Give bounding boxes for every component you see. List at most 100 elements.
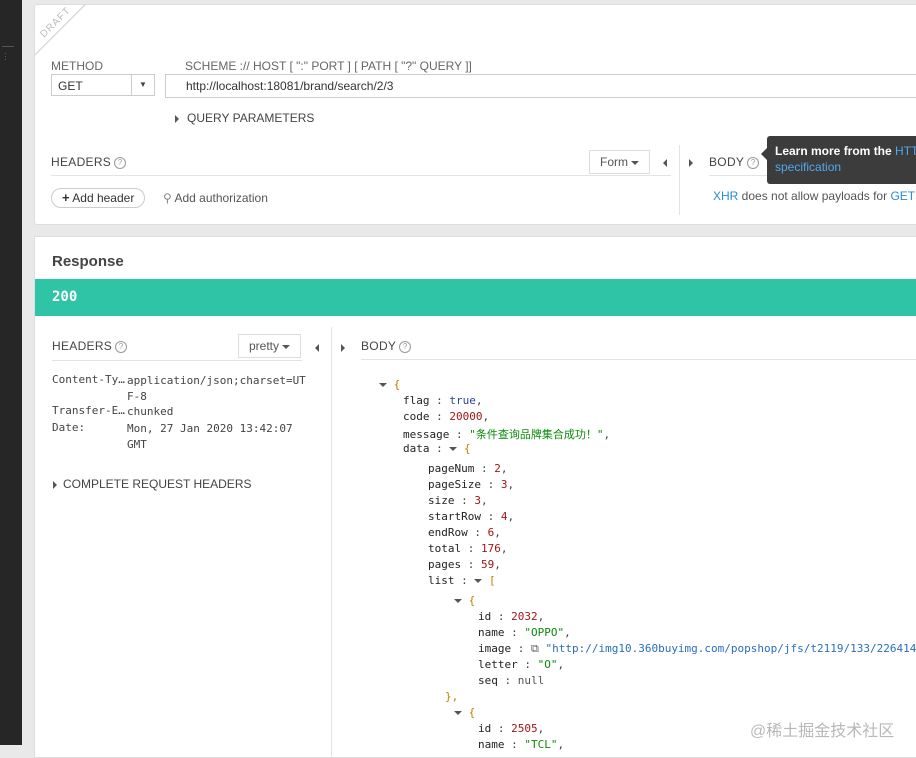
json-root-open[interactable]: { <box>379 378 400 391</box>
response-body-label: BODY <box>361 339 397 353</box>
sidebar-grip-icon[interactable]: · · · <box>4 50 8 64</box>
collapse-right-icon[interactable] <box>341 340 345 354</box>
json-name: "OPPO" <box>524 626 565 639</box>
json-line: seq : null <box>478 674 545 687</box>
json-item-close: }, <box>445 690 459 703</box>
header-key: Transfer-E… <box>52 404 125 417</box>
caret-right-icon <box>53 480 57 489</box>
url-input[interactable]: http://localhost:18081/brand/search/2/3 <box>165 74 916 98</box>
caret-down-icon[interactable]: ▼ <box>131 75 154 95</box>
caret-down-icon <box>631 160 640 165</box>
json-pageSize: 3 <box>500 478 508 491</box>
caret-down-icon <box>282 344 291 349</box>
json-size: 3 <box>474 494 481 507</box>
help-icon[interactable]: ? <box>399 341 412 353</box>
form-dropdown[interactable]: Form <box>589 150 651 174</box>
json-seq: null <box>517 674 545 687</box>
tooltip-spec-link[interactable]: specification <box>775 160 841 174</box>
query-parameters-label: QUERY PARAMETERS <box>187 111 315 125</box>
response-panel: Response 200 HEADERS? pretty BODY? Conte… <box>34 236 916 758</box>
request-body-label: BODY <box>709 155 745 169</box>
header-key: Content-Ty… <box>52 373 125 386</box>
collapse-left-icon[interactable] <box>663 155 667 169</box>
status-bar: 200 <box>35 279 916 316</box>
query-parameters-toggle[interactable]: QUERY PARAMETERS <box>175 111 314 125</box>
response-body-divider <box>361 359 916 360</box>
json-code: 20000 <box>449 410 483 423</box>
tooltip-text: Learn more from the <box>775 144 896 158</box>
watermark: @稀土掘金技术社区 <box>750 723 895 740</box>
json-line: image : ⧉ "http://img10.360buyimg.com/po… <box>478 642 916 656</box>
pretty-dropdown[interactable]: pretty <box>238 334 302 358</box>
headers-divider <box>51 175 671 176</box>
collapse-icon[interactable] <box>379 383 387 387</box>
help-icon[interactable]: ? <box>747 157 760 169</box>
tooltip-http-link[interactable]: HTTP <box>895 144 916 158</box>
plus-icon: + <box>62 190 70 205</box>
json-line: size : 3, <box>428 494 488 507</box>
json-line: total : 176, <box>428 542 508 555</box>
json-pages: 59 <box>481 558 495 571</box>
collapse-icon[interactable] <box>474 579 483 583</box>
xhr-method[interactable]: GET <box>890 189 915 203</box>
json-startRow: 4 <box>500 510 508 523</box>
json-line: letter : "O", <box>478 658 565 671</box>
add-authorization-button[interactable]: ⚲ Add authorization <box>163 191 268 205</box>
status-code: 200 <box>52 289 78 305</box>
collapse-icon[interactable] <box>449 447 458 451</box>
json-line: data : { <box>403 442 471 455</box>
json-flag: true <box>449 394 476 407</box>
json-pageNum: 2 <box>494 462 501 475</box>
help-icon[interactable]: ? <box>114 157 127 169</box>
json-line: id : 2032, <box>478 610 545 623</box>
response-body-title: BODY? <box>361 339 412 353</box>
json-line: pages : 59, <box>428 558 501 571</box>
request-headers-title: HEADERS? <box>51 155 127 169</box>
json-message: "条件查询品牌集合成功！" <box>469 428 604 441</box>
header-value: application/json;charset=UTF-8 <box>127 374 306 403</box>
json-line: list : [ <box>428 574 496 587</box>
complete-request-headers-label: COMPLETE REQUEST HEADERS <box>63 477 252 491</box>
json-line: name : "OPPO", <box>478 626 571 639</box>
json-line: code : 20000, <box>403 410 490 423</box>
method-select[interactable]: GET ▼ <box>51 74 155 96</box>
add-authorization-label: Add authorization <box>174 191 268 205</box>
panel-splitter[interactable] <box>679 145 680 215</box>
add-header-label: Add header <box>72 191 135 205</box>
json-id: 2505 <box>511 722 538 735</box>
add-header-button[interactable]: + Add header <box>51 188 146 208</box>
xhr-link[interactable]: XHR <box>713 189 738 203</box>
request-headers-label: HEADERS <box>51 155 112 169</box>
header-key: Date: <box>52 421 86 434</box>
json-line: message : "条件查询品牌集合成功！", <box>403 428 611 441</box>
help-icon[interactable]: ? <box>115 341 128 353</box>
external-link-icon[interactable]: ⧉ <box>531 642 539 655</box>
header-value: chunked <box>127 405 174 418</box>
left-sidebar: · · · <box>0 0 22 745</box>
complete-request-headers-toggle[interactable]: COMPLETE REQUEST HEADERS <box>53 477 251 491</box>
json-line: id : 2505, <box>478 722 545 735</box>
response-headers-label: HEADERS <box>52 339 113 353</box>
method-value: GET <box>58 79 83 93</box>
collapse-icon[interactable] <box>454 599 462 603</box>
header-value: Mon, 27 Jan 2020 13:42:07 GMT <box>127 422 293 451</box>
json-letter: "O" <box>537 658 558 671</box>
response-splitter[interactable] <box>331 327 332 757</box>
pretty-label: pretty <box>249 339 280 353</box>
xhr-text: does not allow payloads for <box>738 189 891 203</box>
json-item-open[interactable]: { <box>454 706 475 719</box>
json-line: pageSize : 3, <box>428 478 515 491</box>
draft-ribbon: DRAFT <box>35 5 94 61</box>
key-icon: ⚲ <box>163 191 172 205</box>
json-line: pageNum : 2, <box>428 462 508 475</box>
json-item-open[interactable]: { <box>454 594 475 607</box>
form-label: Form <box>600 155 628 169</box>
http-spec-tooltip: Learn more from the HTTP specification <box>761 136 916 184</box>
xhr-notice: XHR does not allow payloads for GET <box>713 189 915 203</box>
collapse-left-icon[interactable] <box>315 340 319 354</box>
response-headers-title: HEADERS? <box>52 339 128 353</box>
collapse-right-icon[interactable] <box>689 155 693 169</box>
collapse-icon[interactable] <box>454 711 462 715</box>
request-panel: DRAFT METHOD SCHEME :// HOST [ ":" PORT … <box>34 4 916 225</box>
json-image-link[interactable]: "http://img10.360buyimg.com/popshop/jfs/… <box>545 642 916 655</box>
